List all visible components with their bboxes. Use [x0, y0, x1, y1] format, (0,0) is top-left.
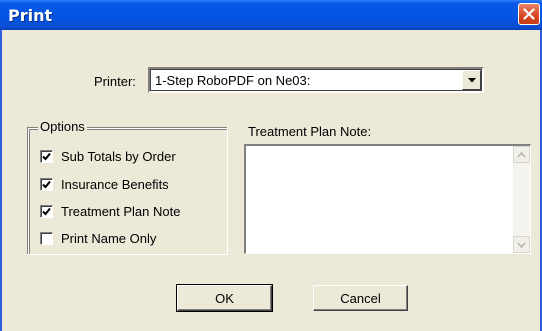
option-label: Insurance Benefits — [61, 176, 169, 192]
dialog-title: Print — [8, 6, 53, 25]
checkbox-print-name-only[interactable] — [40, 231, 53, 245]
scroll-down-button[interactable] — [513, 236, 530, 253]
close-button[interactable] — [518, 3, 540, 25]
treatment-plan-note-label: Treatment Plan Note: — [248, 124, 372, 139]
chevron-down-icon — [467, 77, 476, 82]
note-scrollbar[interactable] — [513, 146, 530, 253]
checkbox-insurance-benefits[interactable] — [40, 177, 53, 191]
ok-button[interactable]: OK — [176, 284, 273, 312]
checkbox-treatment-plan-note[interactable] — [40, 204, 53, 218]
option-treatment-plan-note[interactable]: Treatment Plan Note — [40, 203, 180, 219]
option-insurance-benefits[interactable]: Insurance Benefits — [40, 176, 169, 192]
checkmark-icon — [42, 180, 51, 188]
option-label: Print Name Only — [61, 230, 157, 246]
option-label: Treatment Plan Note — [61, 203, 181, 219]
option-print-name-only[interactable]: Print Name Only — [40, 230, 156, 246]
close-icon — [523, 8, 535, 20]
title-bar[interactable]: Print — [0, 0, 542, 30]
checkmark-icon — [42, 207, 51, 215]
print-dialog: Print Printer: 1-Step RoboPDF on Ne03: O… — [0, 0, 542, 331]
options-legend: Options — [38, 119, 87, 134]
option-label: Sub Totals by Order — [61, 148, 176, 164]
cancel-button[interactable]: Cancel — [313, 285, 408, 311]
option-sub-totals-by-order[interactable]: Sub Totals by Order — [40, 148, 176, 164]
checkmark-icon — [42, 152, 51, 160]
scroll-up-icon — [517, 151, 526, 158]
printer-label: Printer: — [94, 74, 136, 89]
printer-selected-value: 1-Step RoboPDF on Ne03: — [155, 73, 311, 88]
printer-dropdown[interactable]: 1-Step RoboPDF on Ne03: — [148, 67, 484, 93]
scroll-down-icon — [517, 241, 526, 248]
checkbox-sub-totals-by-order[interactable] — [40, 149, 53, 163]
scroll-up-button[interactable] — [513, 146, 530, 163]
printer-dropdown-button[interactable] — [462, 70, 481, 90]
treatment-plan-note-textarea[interactable] — [244, 144, 531, 254]
